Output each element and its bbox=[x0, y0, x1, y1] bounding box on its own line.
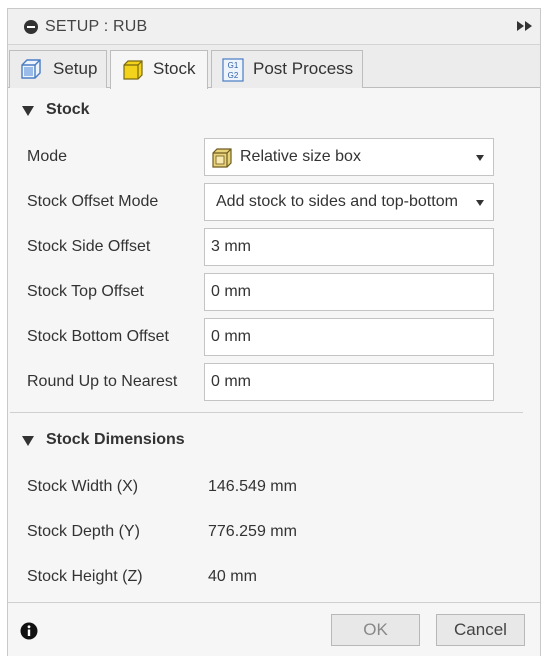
tab-setup-label: Setup bbox=[53, 59, 98, 78]
title-bar: SETUP : RUB bbox=[8, 9, 540, 45]
stock-depth-value: 776.259 mm bbox=[208, 523, 297, 540]
cancel-button[interactable]: Cancel bbox=[436, 614, 525, 646]
round-up-label: Round Up to Nearest bbox=[27, 373, 178, 390]
stock-bottom-offset-value: 0 mm bbox=[211, 328, 251, 345]
chevron-down-icon bbox=[476, 155, 484, 161]
stock-bottom-offset-label: Stock Bottom Offset bbox=[27, 328, 169, 345]
setup-cube-icon bbox=[21, 59, 41, 79]
stock-depth-label: Stock Depth (Y) bbox=[27, 523, 140, 540]
stock-section-header[interactable]: Stock bbox=[8, 97, 540, 127]
stock-top-offset-value: 0 mm bbox=[211, 283, 251, 300]
info-icon[interactable] bbox=[20, 622, 38, 640]
tab-stock[interactable]: Stock bbox=[110, 50, 208, 89]
gcode-g1-g2-icon: G1 G2 bbox=[222, 58, 244, 82]
setup-dialog: SETUP : RUB Setup Stock G1 G2 Post Proce… bbox=[7, 8, 541, 656]
round-up-input[interactable]: 0 mm bbox=[204, 363, 494, 401]
dialog-title: SETUP : RUB bbox=[45, 18, 148, 35]
svg-text:G1: G1 bbox=[228, 61, 239, 70]
tab-stock-label: Stock bbox=[153, 59, 196, 78]
stock-height-value: 40 mm bbox=[208, 568, 257, 585]
svg-text:G2: G2 bbox=[228, 71, 239, 80]
stock-width-value: 146.549 mm bbox=[208, 478, 297, 495]
stock-offset-mode-dropdown[interactable]: Add stock to sides and top-bottom bbox=[204, 183, 494, 221]
stock-bottom-offset-input[interactable]: 0 mm bbox=[204, 318, 494, 356]
chevron-down-icon bbox=[476, 200, 484, 206]
round-up-value: 0 mm bbox=[211, 373, 251, 390]
collapse-triangle-icon bbox=[22, 106, 34, 116]
mode-dropdown[interactable]: Relative size box bbox=[204, 138, 494, 176]
ok-button[interactable]: OK bbox=[331, 614, 420, 646]
relative-box-icon bbox=[212, 148, 232, 168]
collapse-triangle-icon bbox=[22, 436, 34, 446]
tab-bar: Setup Stock G1 G2 Post Process bbox=[8, 45, 540, 89]
stock-offset-mode-label: Stock Offset Mode bbox=[27, 193, 159, 210]
stock-side-offset-input[interactable]: 3 mm bbox=[204, 228, 494, 266]
stock-height-label: Stock Height (Z) bbox=[27, 568, 143, 585]
tab-setup[interactable]: Setup bbox=[9, 50, 107, 88]
collapse-dialog-icon[interactable] bbox=[24, 20, 38, 34]
stock-width-label: Stock Width (X) bbox=[27, 478, 139, 495]
stock-side-offset-label: Stock Side Offset bbox=[27, 238, 151, 255]
stock-top-offset-input[interactable]: 0 mm bbox=[204, 273, 494, 311]
mode-label: Mode bbox=[27, 148, 68, 165]
section-title: Stock Dimensions bbox=[46, 431, 185, 448]
section-title: Stock bbox=[46, 101, 90, 118]
fast-forward-icon[interactable] bbox=[516, 21, 534, 31]
stock-dimensions-section-header[interactable]: Stock Dimensions bbox=[8, 427, 540, 457]
tab-post-process-label: Post Process bbox=[253, 59, 354, 78]
stock-top-offset-label: Stock Top Offset bbox=[27, 283, 144, 300]
mode-value: Relative size box bbox=[240, 148, 361, 165]
stock-offset-mode-value: Add stock to sides and top-bottom bbox=[216, 193, 458, 210]
stock-side-offset-value: 3 mm bbox=[211, 238, 251, 255]
dialog-footer: OK Cancel bbox=[8, 602, 540, 656]
section-divider bbox=[10, 412, 523, 413]
stock-box-icon bbox=[123, 60, 143, 80]
tab-post-process[interactable]: G1 G2 Post Process bbox=[211, 50, 363, 88]
